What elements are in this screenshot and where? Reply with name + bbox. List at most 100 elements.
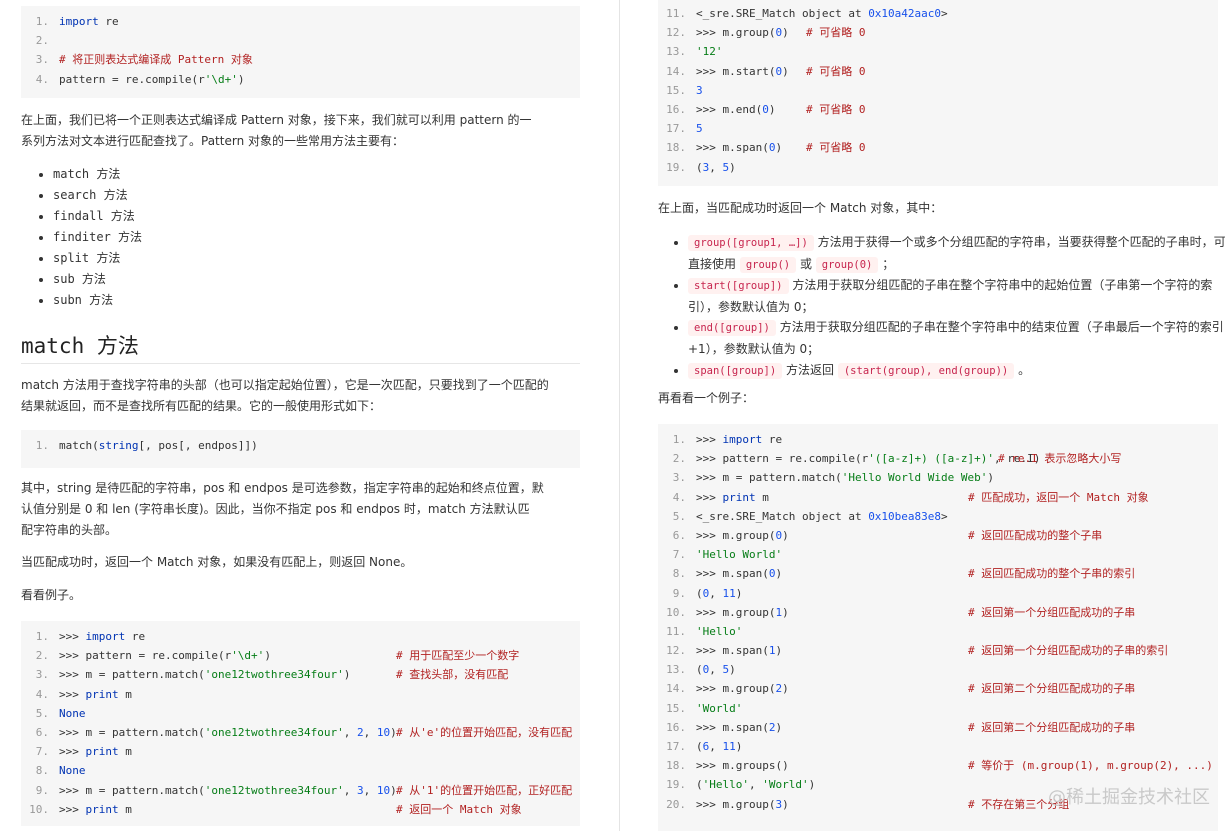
line-number: 3. xyxy=(672,471,686,485)
code-tag: group(0) xyxy=(815,256,879,273)
line-number: 5. xyxy=(35,706,49,720)
code-token: 11 xyxy=(722,740,736,753)
method-description-item: span([group]) 方法返回 (start(group), end(gr… xyxy=(688,360,1228,382)
right-column: 11. <_sre.SRE_Match object at 0x10a42aac0… xyxy=(638,0,1232,831)
code-token: ) xyxy=(782,797,789,811)
paragraph-line: 其中，string 是待匹配的字符串，pos 和 endpos 是可选参数，指定… xyxy=(21,481,544,495)
line-number: 16. xyxy=(666,102,686,116)
method-list-item: match 方法 xyxy=(53,164,142,185)
code-token: ) xyxy=(808,778,816,792)
code-line: 11. <_sre.SRE_Match object at 0x10a42aac0… xyxy=(658,4,1218,23)
code-token: ) xyxy=(782,605,789,619)
code-token: >>> m.group( xyxy=(696,797,776,811)
code-token: , xyxy=(748,778,763,792)
paragraph-line: 配字符串的头部。 xyxy=(21,523,118,537)
code-token: >>> m = pattern.match( xyxy=(696,471,842,485)
code-token: >>> xyxy=(696,433,723,446)
line-number: 6. xyxy=(35,725,49,739)
code-token: match( xyxy=(59,439,99,452)
section-heading: match 方法 xyxy=(21,334,139,358)
line-number: 4. xyxy=(672,490,686,504)
code-line: 9. (0, 11) xyxy=(658,584,1218,603)
line-number: 5. xyxy=(672,509,686,523)
code-comment: # 等价于 (m.group(1), m.group(2), ...) xyxy=(968,759,1213,773)
code-token: >>> pattern = re.compile(r xyxy=(696,452,869,466)
code-token: m xyxy=(118,802,132,816)
code-tag: group() xyxy=(739,256,797,273)
paragraph-match: match 方法用于查找字符串的头部（也可以指定起始位置），它是一次匹配，只要找… xyxy=(21,375,581,417)
line-number: 4. xyxy=(35,72,49,86)
code-line: 3. >>> m = pattern.match('Hello World Wid… xyxy=(658,468,1218,487)
punctuation: 。 xyxy=(1018,362,1031,377)
line-number: 19. xyxy=(666,778,686,792)
code-comment: # 可省略 0 xyxy=(806,64,866,78)
line-number: 8. xyxy=(672,567,686,581)
line-number: 2. xyxy=(35,649,49,663)
code-token: 5 xyxy=(696,122,703,136)
line-number: 14. xyxy=(666,682,686,696)
code-comment: # re.I 表示忽略大小写 xyxy=(998,452,1122,466)
code-token: 'Hello' xyxy=(696,624,743,638)
code-token: 11 xyxy=(722,586,736,600)
line-number: 4. xyxy=(35,687,49,701)
code-token: ) xyxy=(343,668,351,682)
code-line: 10. >>> m.group(1) # 返回第一个分组匹配成功的子串 xyxy=(658,603,1218,622)
code-line: 4. >>> print m xyxy=(21,685,580,704)
code-token: >>> m = pattern.match( xyxy=(59,668,205,682)
code-line: 12. >>> m.span(1) # 返回第一个分组匹配成功的子串的索引 xyxy=(658,641,1218,660)
method-description-item: end([group]) 方法用于获取分组匹配的子串在整个字符串中的结束位置（子… xyxy=(688,317,1228,359)
code-token: >>> m.group( xyxy=(696,682,776,696)
code-line: 13. (0, 5) xyxy=(658,660,1218,679)
code-comment: # 返回第一个分组匹配成功的子串 xyxy=(968,605,1136,619)
code-token: > xyxy=(941,509,948,523)
method-list-item: split 方法 xyxy=(53,248,142,269)
code-token: 3 xyxy=(357,783,364,797)
line-number: 3. xyxy=(35,668,49,682)
code-token: m xyxy=(755,490,769,504)
code-token: , xyxy=(709,740,723,753)
code-token: ( xyxy=(696,160,703,174)
code-token: >>> pattern = re.compile(r xyxy=(59,649,232,663)
method-list-item: search 方法 xyxy=(53,185,142,206)
method-tag: group([group1, …]) xyxy=(688,235,814,251)
code-token: string xyxy=(98,439,139,452)
paragraph-return: 当匹配成功时，返回一个 Match 对象，如果没有匹配上，则返回 None。 xyxy=(21,555,413,569)
code-token: ) xyxy=(264,649,271,663)
code-token: ( xyxy=(696,740,703,753)
code-line: 8. >>> m.span(0) # 返回匹配成功的整个子串的索引 xyxy=(658,564,1218,583)
method-description-item: group([group1, …]) 方法用于获得一个或多个分组匹配的字符串，当… xyxy=(688,232,1228,275)
code-comment: # 从'e'的位置开始匹配，没有匹配 xyxy=(396,725,573,739)
paragraph-intro: 在上面，我们已将一个正则表达式编译成 Pattern 对象，接下来，我们就可以利… xyxy=(21,110,581,152)
line-number: 15. xyxy=(666,701,686,715)
code-token: '([a-z]+) ([a-z]+)' xyxy=(868,452,995,466)
code-line: 1. match(string[, pos[, endpos]]) xyxy=(21,436,580,455)
paragraph-line: 系列方法对文本进行匹配查找了。Pattern 对象的一些常用方法主要有： xyxy=(21,134,404,148)
code-token: pattern = re.compile(r xyxy=(59,72,205,86)
code-token: <_sre.SRE_Match object at xyxy=(696,509,869,523)
code-token: ) xyxy=(775,644,783,658)
code-token: >>> m.end( xyxy=(696,102,763,116)
code-token: >>> m.groups() xyxy=(696,759,789,773)
code-line: 13. '12' xyxy=(658,42,1218,61)
code-token: 0x10bea83e8 xyxy=(868,509,942,523)
code-comment: # 返回匹配成功的整个子串的索引 xyxy=(968,567,1136,581)
line-number: 17. xyxy=(666,740,686,753)
code-tag: (start(group), end(group)) xyxy=(837,362,1015,379)
line-number: 11. xyxy=(666,7,686,20)
code-token: ) xyxy=(775,141,783,155)
code-token: > xyxy=(941,7,948,20)
code-line: 15. 3 xyxy=(658,81,1218,100)
code-line: 5. None xyxy=(21,704,580,723)
code-token: print xyxy=(85,745,119,759)
code-token: 'Hello World Wide Web' xyxy=(841,471,988,485)
code-token: 'World' xyxy=(696,701,743,715)
code-token: re xyxy=(98,15,119,28)
code-token: ) xyxy=(782,682,789,696)
code-token: 'one12twothree34four' xyxy=(204,725,344,739)
line-number: 1. xyxy=(35,439,49,452)
code-token: 'one12twothree34four' xyxy=(204,668,344,682)
code-line: 7. >>> print m xyxy=(21,742,580,761)
code-token: , xyxy=(343,725,358,739)
code-token: ( xyxy=(696,663,703,677)
line-number: 7. xyxy=(35,745,49,759)
